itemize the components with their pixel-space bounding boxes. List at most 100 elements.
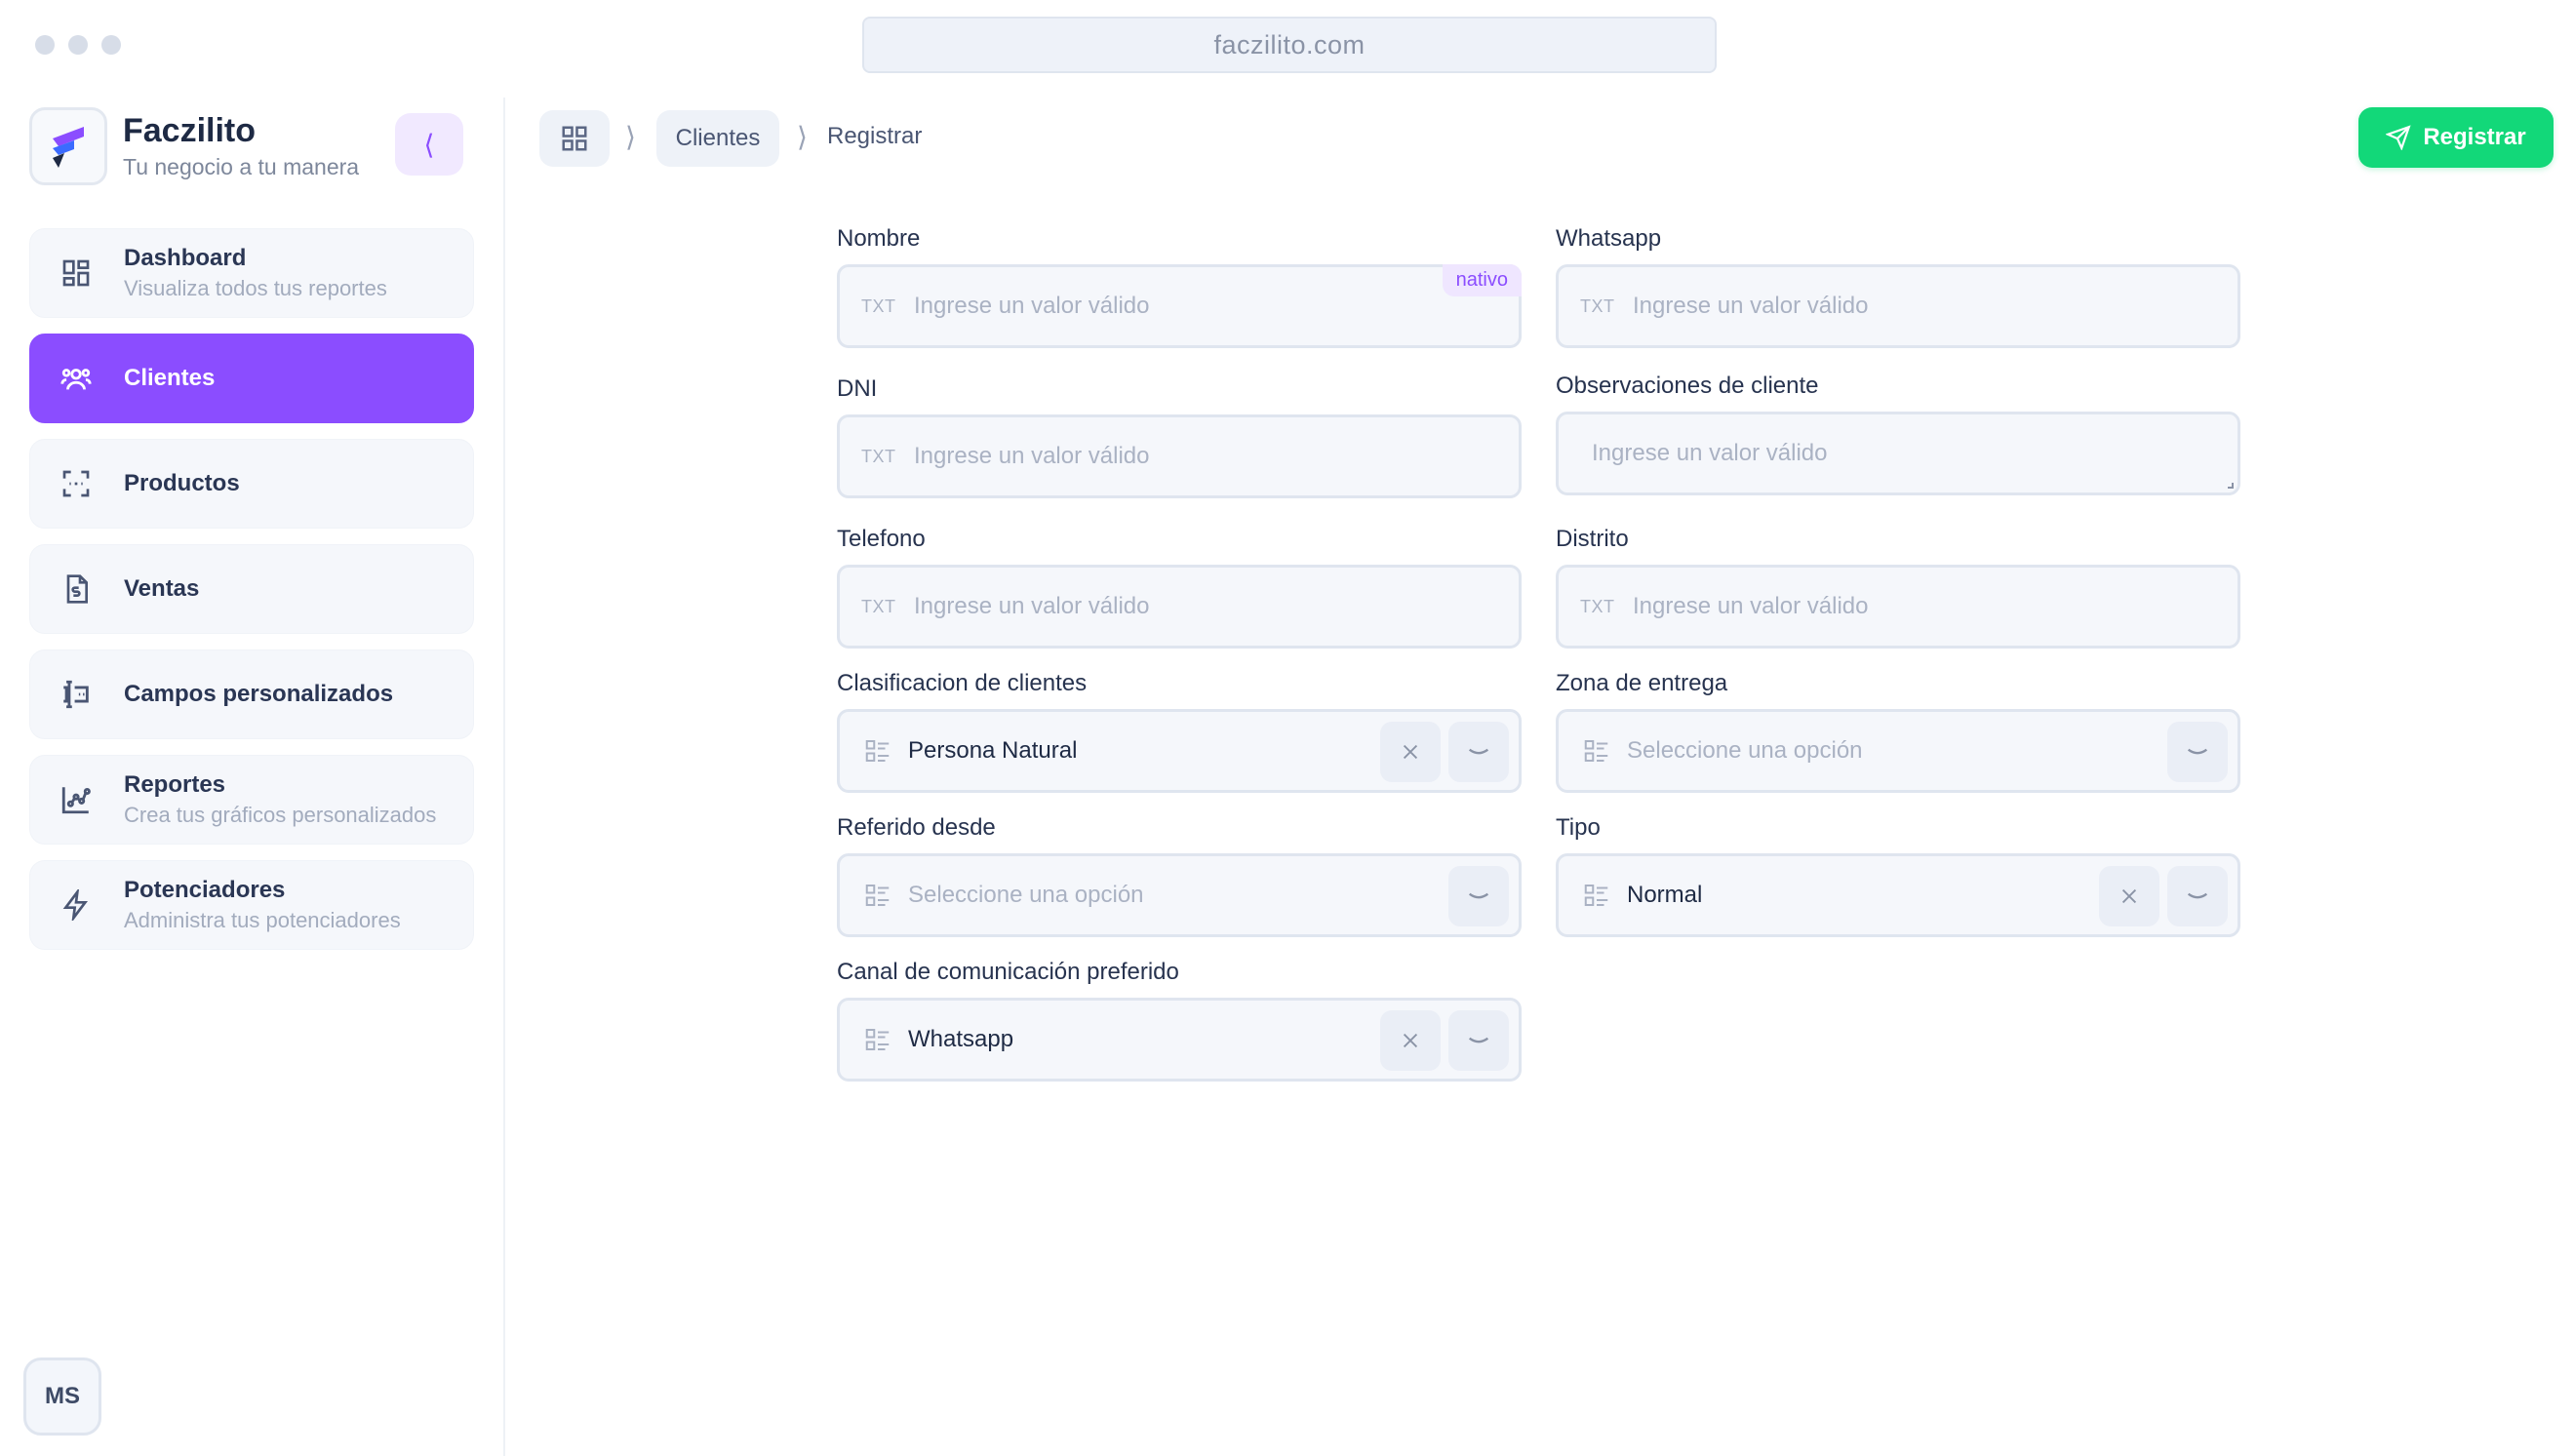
sidebar-item-reportes[interactable]: Reportes Crea tus gráficos personalizado…: [29, 755, 474, 845]
invoice-icon: [56, 569, 97, 610]
chevron-left-icon: ⟨: [423, 129, 435, 160]
zona-select[interactable]: Seleccione una opción: [1556, 709, 2240, 793]
text-type-badge: TXT: [861, 295, 896, 316]
brand-tagline: Tu negocio a tu manera: [123, 154, 360, 179]
clasificacion-select[interactable]: Persona Natural: [837, 709, 1522, 793]
sidebar-item-sub: Crea tus gráficos personalizados: [124, 803, 437, 827]
clear-button[interactable]: [2099, 866, 2159, 926]
logo-icon: [53, 127, 84, 168]
field-label: Zona de entrega: [1556, 670, 1728, 696]
distrito-input[interactable]: TXT Ingrese un valor válido: [1556, 565, 2240, 649]
chart-icon: [56, 779, 97, 820]
referido-select[interactable]: Seleccione una opción: [837, 853, 1522, 937]
sidebar-item-ventas[interactable]: Ventas: [29, 544, 474, 634]
url-bar[interactable]: faczilito.com: [862, 17, 1717, 73]
sidebar-item-label: Dashboard: [124, 245, 247, 271]
sidebar-item-clientes[interactable]: Clientes: [29, 334, 474, 423]
field-zona: Zona de entrega Seleccione una opción: [1556, 670, 2240, 793]
dni-input[interactable]: TXT Ingrese un valor válido: [837, 414, 1522, 498]
text-type-badge: TXT: [1580, 596, 1615, 616]
field-dni: DNI TXT Ingrese un valor válido: [837, 375, 1522, 498]
breadcrumb-separator: ⟩: [625, 122, 636, 152]
close-icon: [2121, 888, 2137, 904]
sidebar: Faczilito Tu negocio a tu manera ⟨ Dashb…: [0, 98, 505, 1456]
input-placeholder: Ingrese un valor válido: [914, 443, 1150, 469]
clear-button[interactable]: [1380, 722, 1441, 782]
chevron-down-icon: [1468, 1037, 1489, 1043]
dashboard-icon: [56, 253, 97, 294]
dropdown-toggle[interactable]: [1448, 866, 1509, 926]
window-maximize-dot[interactable]: [101, 35, 121, 55]
sidebar-item-label: Potenciadores: [124, 877, 286, 903]
sidebar-item-productos[interactable]: Productos: [29, 439, 474, 529]
chevron-down-icon: [1468, 748, 1489, 755]
observaciones-textarea[interactable]: Ingrese un valor válido: [1556, 412, 2240, 495]
canal-select[interactable]: Whatsapp: [837, 998, 1522, 1082]
select-placeholder: Seleccione una opción: [1627, 737, 1863, 764]
input-placeholder: Ingrese un valor válido: [1592, 440, 1828, 466]
field-telefono: Telefono TXT Ingrese un valor válido: [837, 526, 1522, 649]
input-placeholder: Ingrese un valor válido: [914, 593, 1150, 619]
sidebar-item-label: Productos: [124, 470, 240, 496]
sidebar-item-campos-personalizados[interactable]: Campos personalizados: [29, 649, 474, 739]
telefono-input[interactable]: TXT Ingrese un valor válido: [837, 565, 1522, 649]
collapse-sidebar-button[interactable]: ⟨: [395, 113, 463, 176]
dropdown-toggle[interactable]: [2167, 722, 2228, 782]
whatsapp-input[interactable]: TXT Ingrese un valor válido: [1556, 264, 2240, 348]
send-icon: [2386, 125, 2411, 150]
field-tipo: Tipo Normal: [1556, 814, 2240, 937]
select-placeholder: Seleccione una opción: [908, 882, 1144, 908]
breadcrumb-home-button[interactable]: [539, 110, 610, 167]
field-label: Canal de comunicación preferido: [837, 959, 1179, 985]
list-icon: [1580, 879, 1613, 912]
nativo-badge: nativo: [1442, 264, 1522, 296]
dropdown-toggle[interactable]: [2167, 866, 2228, 926]
input-placeholder: Ingrese un valor válido: [914, 293, 1150, 319]
field-label: DNI: [837, 375, 878, 402]
select-value: Persona Natural: [908, 737, 1078, 764]
registrar-button[interactable]: Registrar: [2358, 107, 2554, 168]
clear-button[interactable]: [1380, 1010, 1441, 1071]
sidebar-item-sub: Administra tus potenciadores: [124, 908, 401, 932]
dashboard-icon: [562, 126, 587, 151]
chevron-down-icon: [1468, 892, 1489, 899]
sidebar-item-potenciadores[interactable]: Potenciadores Administra tus potenciador…: [29, 860, 474, 950]
bolt-icon: [56, 885, 97, 925]
brand-logo: [29, 107, 107, 185]
dropdown-toggle[interactable]: [1448, 1010, 1509, 1071]
users-icon: [56, 358, 97, 399]
sidebar-nav: Dashboard Visualiza todos tus reportes C…: [29, 228, 474, 965]
field-clasificacion: Clasificacion de clientes Persona Natura…: [837, 670, 1522, 793]
sidebar-item-sub: Visualiza todos tus reportes: [124, 276, 387, 300]
window-controls: [35, 35, 121, 55]
resize-handle-icon[interactable]: [2228, 483, 2234, 489]
brand-name: Faczilito: [123, 112, 257, 149]
user-avatar[interactable]: MS: [23, 1358, 101, 1436]
field-whatsapp: Whatsapp TXT Ingrese un valor válido: [1556, 225, 2240, 348]
list-icon: [861, 734, 894, 767]
input-placeholder: Ingrese un valor válido: [1633, 293, 1869, 319]
text-type-badge: TXT: [1580, 295, 1615, 316]
sidebar-item-label: Reportes: [124, 771, 226, 798]
field-observaciones: Observaciones de cliente Ingrese un valo…: [1556, 373, 2240, 495]
chevron-down-icon: [2187, 892, 2208, 899]
custom-fields-icon: [56, 674, 97, 715]
select-value: Normal: [1627, 882, 1703, 908]
window-close-dot[interactable]: [35, 35, 55, 55]
text-type-badge: TXT: [861, 596, 896, 616]
brand: Faczilito Tu negocio a tu manera: [29, 107, 359, 185]
window-minimize-dot[interactable]: [68, 35, 88, 55]
dropdown-toggle[interactable]: [1448, 722, 1509, 782]
field-label: Tipo: [1556, 814, 1601, 841]
tipo-select[interactable]: Normal: [1556, 853, 2240, 937]
sidebar-item-label: Campos personalizados: [124, 681, 394, 707]
breadcrumb-clientes[interactable]: Clientes: [656, 110, 779, 167]
sidebar-item-label: Ventas: [124, 575, 200, 602]
nombre-input[interactable]: TXT Ingrese un valor válido nativo: [837, 264, 1522, 348]
chevron-down-icon: [2187, 748, 2208, 755]
field-label: Telefono: [837, 526, 926, 552]
list-icon: [1580, 734, 1613, 767]
sidebar-item-dashboard[interactable]: Dashboard Visualiza todos tus reportes: [29, 228, 474, 318]
close-icon: [1403, 1033, 1418, 1048]
input-placeholder: Ingrese un valor válido: [1633, 593, 1869, 619]
